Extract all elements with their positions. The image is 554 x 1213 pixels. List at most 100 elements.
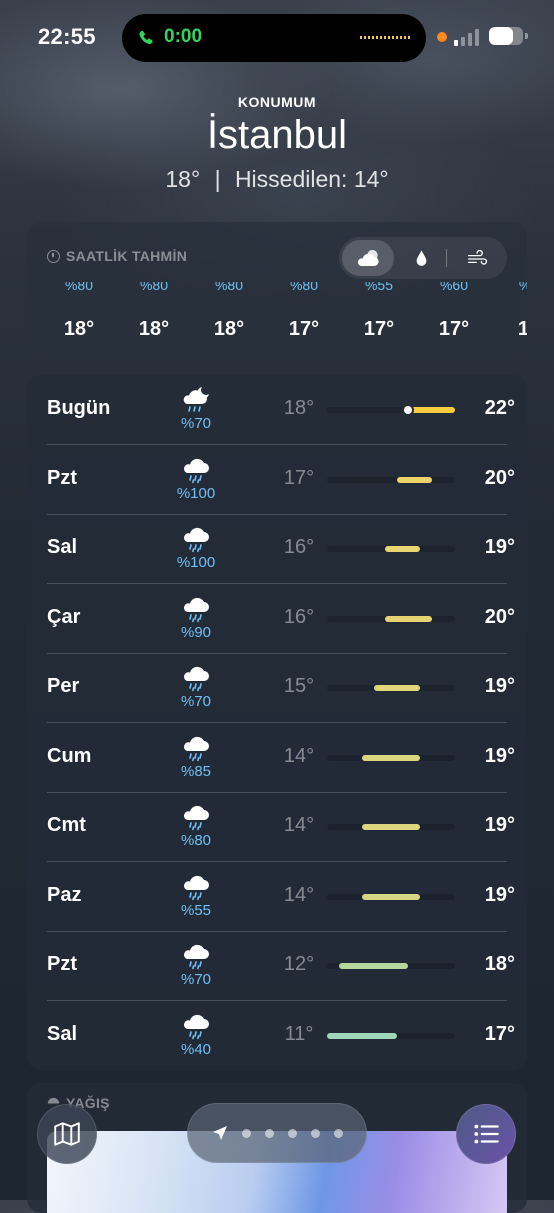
page-dot[interactable] (334, 1129, 343, 1138)
day-low-temp: 12° (283, 953, 315, 975)
hour-temperature: 17 (517, 318, 527, 340)
temperature-range-track (327, 476, 455, 483)
mode-precipitation-button[interactable] (399, 240, 443, 276)
weather-icon-wrapper (180, 663, 214, 693)
hour-precip: %60 (439, 282, 469, 293)
daily-forecast-row[interactable]: Pzt %100 17° 20° (27, 445, 527, 515)
hourly-mode-selector[interactable] (339, 237, 507, 279)
status-bar: 22:55 0:00 (0, 0, 554, 76)
temperature-range-bar (338, 963, 409, 969)
mode-conditions-button[interactable] (342, 240, 394, 276)
day-name: Sal (47, 1022, 78, 1045)
raindrop-icon (416, 250, 426, 266)
weather-icon-wrapper (180, 802, 214, 832)
hour-item: %80 18° (129, 282, 179, 341)
current-conditions: 18° | Hissedilen: 14° (0, 166, 554, 193)
temperature-range-bar (361, 824, 421, 830)
day-low-temp: 17° (283, 466, 315, 489)
hour-precip: %6 (504, 282, 527, 296)
daily-forecast-row[interactable]: Per %70 15° 19° (27, 653, 527, 723)
temperature-range-bar (361, 754, 421, 761)
cloud-rain-icon (183, 736, 209, 761)
call-timer: 0:00 (164, 26, 203, 47)
list-icon (474, 1124, 499, 1144)
day-name: Cmt (47, 814, 86, 836)
weather-icon-wrapper (180, 941, 214, 971)
day-high-temp: 17° (484, 1022, 515, 1045)
separator: | (214, 166, 221, 192)
battery-icon (489, 27, 528, 45)
microphone-indicator-dot (437, 32, 447, 42)
daily-forecast-row[interactable]: Cmt %80 14° 19° (27, 792, 527, 862)
page-dot[interactable] (242, 1129, 251, 1138)
day-precip-chance: %100 (176, 554, 216, 571)
day-high-temp: 20° (484, 466, 515, 489)
day-name: Pzt (47, 466, 77, 489)
dynamic-island[interactable]: 0:00 (122, 14, 426, 62)
day-low-temp: 16° (283, 536, 315, 558)
temperature-range-track (327, 546, 455, 552)
temperature-range-track (327, 406, 455, 414)
night-cloud-rain-icon (183, 387, 209, 412)
day-high-temp: 19° (484, 675, 515, 697)
mode-divider (446, 249, 447, 267)
status-time: 22:55 (38, 24, 96, 49)
hour-item: %80 17° (279, 282, 329, 341)
day-low-temp: 15° (283, 675, 315, 697)
temperature-range-bar (408, 407, 455, 413)
day-precip-chance: %40 (180, 1040, 212, 1058)
day-precip-chance: %70 (180, 693, 212, 710)
hourly-forecast-title: SAATLİK TAHMİN (47, 248, 187, 264)
hourly-forecast-row[interactable]: %80 18° %80 18° %80 18° %80 17° %55 17° %60 17° %6 17 (27, 282, 527, 354)
temperature-range-track (327, 685, 455, 691)
cellular-signal-icon (454, 28, 480, 46)
city-name: İstanbul (206, 113, 348, 157)
day-low-temp: 11° (284, 1022, 314, 1045)
day-high-temp: 18° (484, 953, 515, 975)
page-dot[interactable] (311, 1129, 320, 1138)
hour-precip: %80 (64, 282, 94, 293)
hourly-forecast-card[interactable]: SAATLİK TAHMİN %80 18° %80 18° %80 18° %80 17°%… (27, 222, 527, 360)
hour-temperature: 17° (363, 318, 395, 340)
temperature-range-bar (385, 615, 432, 622)
hour-temperature: 17° (438, 318, 470, 340)
day-high-temp: 19° (484, 536, 515, 558)
cloud-rain-icon (183, 597, 209, 622)
cloud-rain-icon (183, 458, 209, 483)
map-button[interactable] (37, 1104, 97, 1164)
page-dot[interactable] (288, 1129, 297, 1138)
map-icon (54, 1122, 80, 1146)
current-temperature: 18° (165, 166, 201, 192)
temperature-range-bar (373, 685, 421, 691)
cloud-rain-icon (183, 944, 209, 970)
daily-forecast-row[interactable]: Bugün %70 18° 22° (27, 375, 527, 445)
day-high-temp: 19° (484, 883, 515, 906)
day-precip-chance: %90 (180, 623, 212, 641)
city-list-button[interactable] (456, 1104, 516, 1164)
daily-forecast-row[interactable]: Sal %100 16° 19° (27, 514, 527, 584)
daily-forecast-card[interactable]: Bugün %70 18° 22° Pzt %100 17° 20° Sal %100 16°… (27, 375, 527, 1070)
daily-forecast-row[interactable]: Sal %40 11° 17° (27, 1001, 527, 1071)
wind-icon (468, 249, 488, 265)
page-indicator[interactable] (187, 1103, 367, 1163)
location-label: KONUMUM (237, 94, 317, 110)
day-high-temp: 19° (484, 744, 515, 767)
mode-wind-button[interactable] (453, 240, 503, 276)
daily-forecast-row[interactable]: Paz %55 14° 19° (27, 862, 527, 932)
phone-icon (139, 30, 153, 45)
cloud-rain-icon (183, 527, 209, 553)
page-dot[interactable] (265, 1129, 274, 1138)
day-name: Per (47, 675, 80, 697)
daily-forecast-row[interactable]: Pzt %70 12° 18° (27, 931, 527, 1001)
hour-item: %60 17° (429, 282, 479, 341)
daily-forecast-row[interactable]: Çar %90 16° 20° (27, 584, 527, 654)
weather-icon-wrapper (180, 872, 214, 902)
day-precip-chance: %55 (180, 901, 212, 919)
location-arrow-icon (213, 1126, 227, 1140)
daily-forecast-row[interactable]: Cum %85 14° 19° (27, 723, 527, 793)
hour-item: %80 18° (204, 282, 254, 341)
day-name: Cum (47, 744, 92, 767)
temperature-range-track (327, 754, 455, 761)
day-high-temp: 22° (484, 397, 515, 419)
audio-waveform (360, 36, 410, 39)
